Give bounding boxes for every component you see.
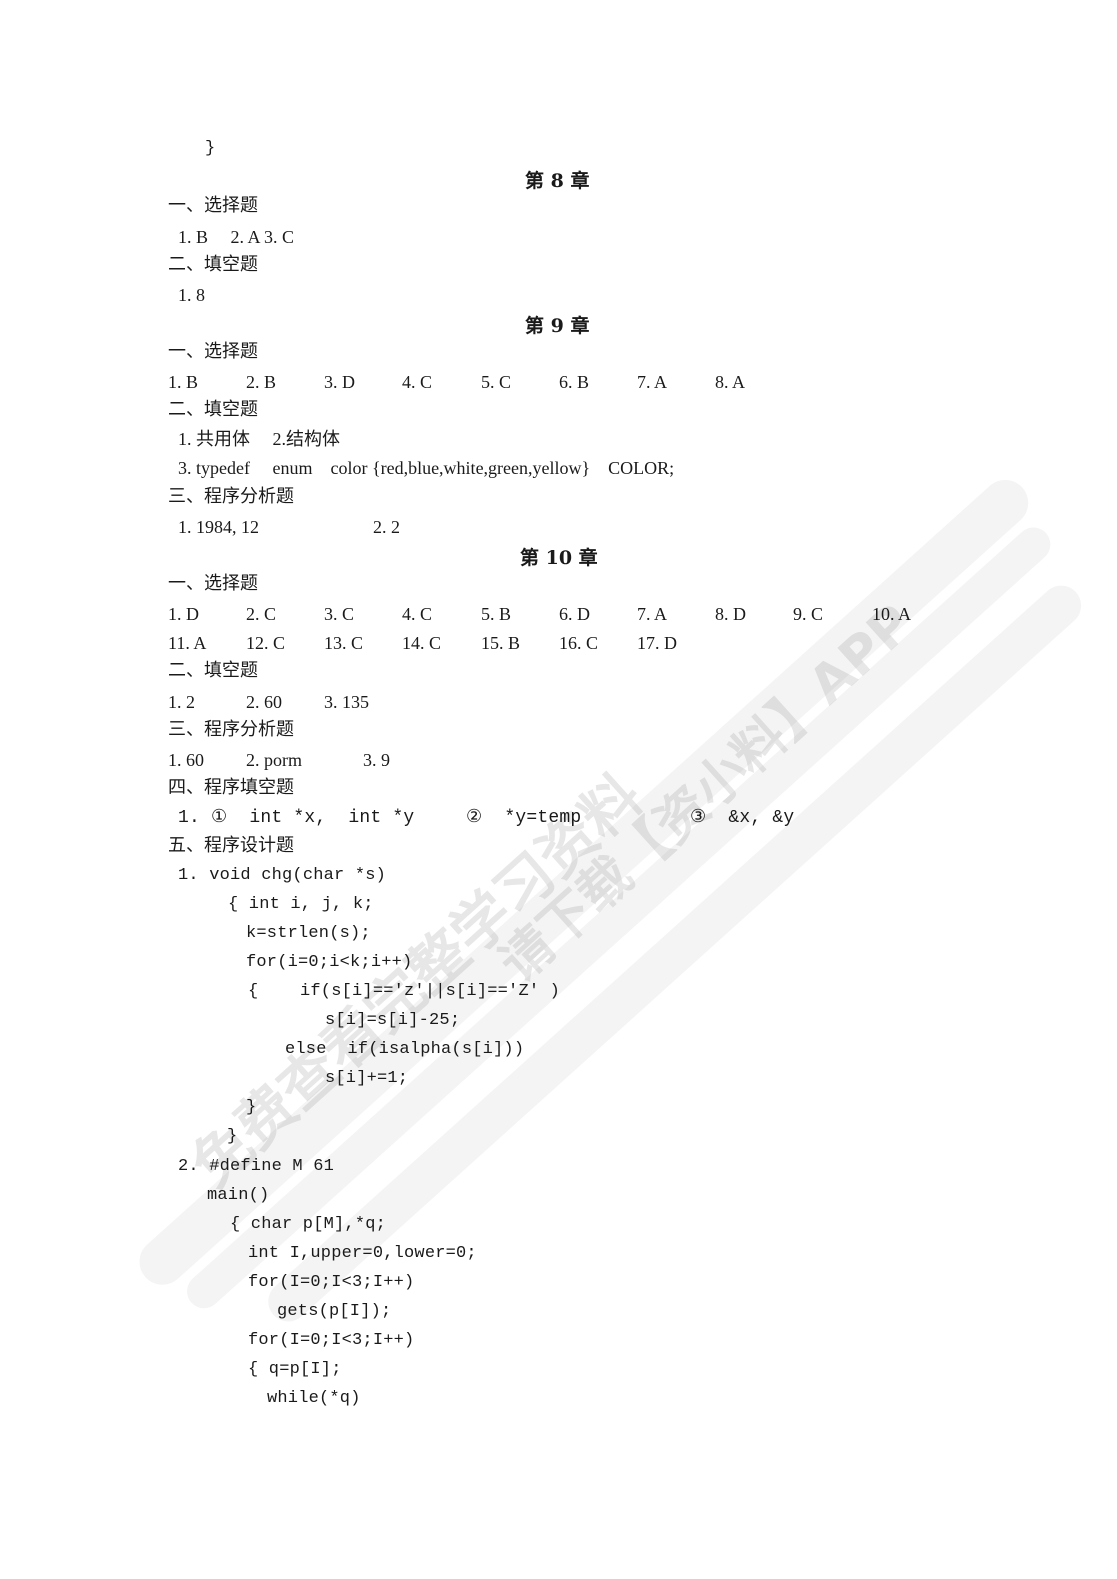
code-line: else if(isalpha(s[i])) <box>285 1040 525 1059</box>
code-line: 2. #define M 61 <box>178 1157 335 1176</box>
answer-item: 8. A <box>715 372 746 392</box>
answer-item: 10. A <box>872 604 912 624</box>
code-line: int I,upper=0,lower=0; <box>248 1244 477 1263</box>
ch10-section-fill-title: 二、填空题 <box>168 660 258 681</box>
answer-item: 13. C <box>324 633 364 653</box>
answer-item: 11. A <box>168 633 207 653</box>
code-line: gets(p[I]); <box>277 1302 392 1321</box>
ch9-section-analysis-title: 三、程序分析题 <box>168 486 294 507</box>
chapter-8-title: 第 8 章 <box>525 170 590 192</box>
code-line: main() <box>207 1186 270 1205</box>
code-line: for(i=0;i<k;i++) <box>246 953 413 972</box>
ch8-choice-answers: 1. B 2. A 3. C <box>178 227 295 247</box>
ch8-fill-answers: 1. 8 <box>178 285 205 305</box>
ch10-section-analysis-title: 三、程序分析题 <box>168 719 294 740</box>
answer-item: 16. C <box>559 633 599 653</box>
answer-item: 2. porm <box>246 750 302 770</box>
ch9-fill-line2: 3. typedef enum color {red,blue,white,gr… <box>178 458 675 478</box>
ch10-section-code-fill-title: 四、程序填空题 <box>168 777 294 798</box>
code-line: } <box>246 1098 257 1117</box>
chapter-10-title: 第 10 章 <box>520 547 598 569</box>
code-line: { q=p[I]; <box>248 1360 342 1379</box>
answer-item: 3. 135 <box>324 692 369 712</box>
answer-item: 2. 60 <box>246 692 282 712</box>
chapter-9-title: 第 9 章 <box>525 315 590 337</box>
answer-item: 1. 2 <box>168 692 195 712</box>
answer-item: 17. D <box>637 633 677 653</box>
ch9-fill-line1: 1. 共用体 2.结构体 <box>178 429 340 449</box>
answer-item: 12. C <box>246 633 286 653</box>
code-line: { if(s[i]=='z'||s[i]=='Z' ) <box>248 982 561 1001</box>
code-line: { int i, j, k; <box>228 895 374 914</box>
answer-item: 14. C <box>402 633 442 653</box>
answer-item: 9. C <box>793 604 824 624</box>
ch8-section-fill-title: 二、填空题 <box>168 254 258 275</box>
code-line: 1. void chg(char *s) <box>178 866 387 885</box>
answer-item: 1. 1984, 12 <box>178 517 259 537</box>
answer-item: 4. C <box>402 604 433 624</box>
code-line: s[i]+=1; <box>325 1069 409 1088</box>
answer-item: 6. D <box>559 604 590 624</box>
answer-item: 1. B <box>168 372 199 392</box>
answer-item: 1. ① int *x, int *y <box>178 808 415 828</box>
answer-item: 1. D <box>168 604 199 624</box>
closing-brace: } <box>205 139 216 158</box>
ch9-section-fill-title: 二、填空题 <box>168 399 258 420</box>
ch10-section-design-title: 五、程序设计题 <box>168 835 294 856</box>
answer-item: 15. B <box>481 633 521 653</box>
ch9-section-choice-title: 一、选择题 <box>168 341 258 362</box>
code-line: for(I=0;I<3;I++) <box>248 1273 415 1292</box>
answer-item: 6. B <box>559 372 590 392</box>
ch10-section-choice-title: 一、选择题 <box>168 573 258 594</box>
answer-item: 3. C <box>324 604 355 624</box>
code-line: s[i]=s[i]-25; <box>325 1011 461 1030</box>
code-line: { char p[M],*q; <box>230 1215 387 1234</box>
answer-item: 1. 60 <box>168 750 204 770</box>
answer-item: ③ &x, &y <box>690 808 795 828</box>
code-line: while(*q) <box>267 1389 361 1408</box>
code-line: k=strlen(s); <box>246 924 371 943</box>
watermark-text-2: 请下载【资小料】APP <box>488 593 925 995</box>
answer-item: 5. C <box>481 372 512 392</box>
watermark-stroke <box>180 520 1058 1316</box>
answer-item: 7. A <box>637 604 668 624</box>
answer-item: ② *y=temp <box>466 808 582 828</box>
answer-item: 2. 2 <box>373 517 400 537</box>
answer-item: 7. A <box>637 372 668 392</box>
ch8-section-choice-title: 一、选择题 <box>168 195 258 216</box>
answer-item: 3. 9 <box>363 750 390 770</box>
answer-item: 5. B <box>481 604 512 624</box>
document-page: 免费查看完整学习资料 请下载【资小料】APP } 第 8 章 一、选择题 1. … <box>0 0 1117 1579</box>
answer-item: 2. C <box>246 604 277 624</box>
answer-item: 8. D <box>715 604 746 624</box>
answer-item: 2. B <box>246 372 277 392</box>
answer-item: 3. D <box>324 372 355 392</box>
answer-item: 4. C <box>402 372 433 392</box>
code-line: } <box>227 1127 238 1146</box>
code-line: for(I=0;I<3;I++) <box>248 1331 415 1350</box>
